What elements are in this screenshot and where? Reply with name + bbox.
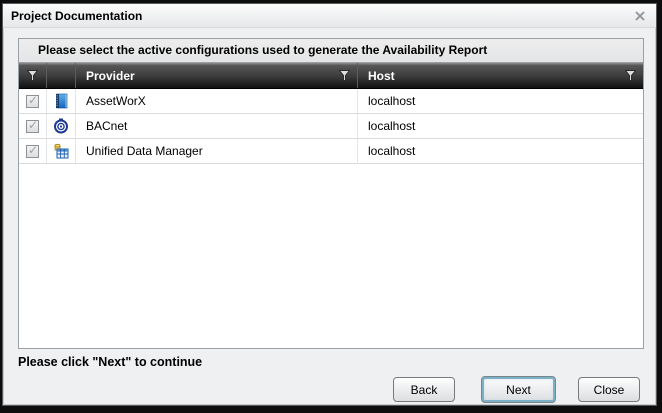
host-name: localhost (358, 114, 643, 138)
row-icon-cell (47, 139, 76, 163)
checkbox-checked[interactable] (26, 145, 39, 158)
row-checkbox-cell (19, 114, 47, 138)
provider-name: AssetWorX (76, 89, 358, 113)
provider-column-label: Provider (86, 69, 135, 83)
column-header-host[interactable]: Host (358, 63, 643, 88)
row-checkbox-cell (19, 89, 47, 113)
filter-funnel-icon (27, 70, 38, 81)
window-title: Project Documentation (11, 9, 142, 23)
grid-header-row: Provider Host (19, 63, 643, 89)
close-button[interactable]: Close (578, 377, 640, 402)
configuration-panel: Please select the active configurations … (18, 38, 644, 349)
instruction-text: Please click "Next" to continue (18, 355, 202, 369)
column-header-icon (47, 63, 76, 88)
host-name: localhost (358, 89, 643, 113)
panel-header-text: Please select the active configurations … (19, 39, 643, 63)
provider-name: BACnet (76, 114, 358, 138)
host-column-label: Host (368, 69, 395, 83)
row-checkbox-cell (19, 139, 47, 163)
filter-funnel-icon (339, 70, 350, 81)
project-documentation-dialog: Project Documentation Please select the … (2, 3, 657, 406)
row-icon-cell (47, 114, 76, 138)
column-header-select[interactable] (19, 63, 47, 88)
checkbox-checked[interactable] (26, 120, 39, 133)
table-row-assetworx[interactable]: AssetWorX localhost (19, 89, 643, 114)
checkbox-checked[interactable] (26, 95, 39, 108)
filter-funnel-icon (625, 70, 636, 81)
back-button[interactable]: Back (393, 377, 455, 402)
column-header-provider[interactable]: Provider (76, 63, 358, 88)
assetworx-icon (53, 93, 69, 109)
table-row-udm[interactable]: Unified Data Manager localhost (19, 139, 643, 164)
provider-name: Unified Data Manager (76, 139, 358, 163)
host-name: localhost (358, 139, 643, 163)
title-bar[interactable]: Project Documentation (3, 4, 656, 28)
table-row-bacnet[interactable]: BACnet localhost (19, 114, 643, 139)
udm-icon (53, 143, 69, 159)
next-button[interactable]: Next (481, 376, 556, 403)
bacnet-icon (53, 118, 69, 134)
close-icon[interactable] (632, 9, 648, 23)
row-icon-cell (47, 89, 76, 113)
